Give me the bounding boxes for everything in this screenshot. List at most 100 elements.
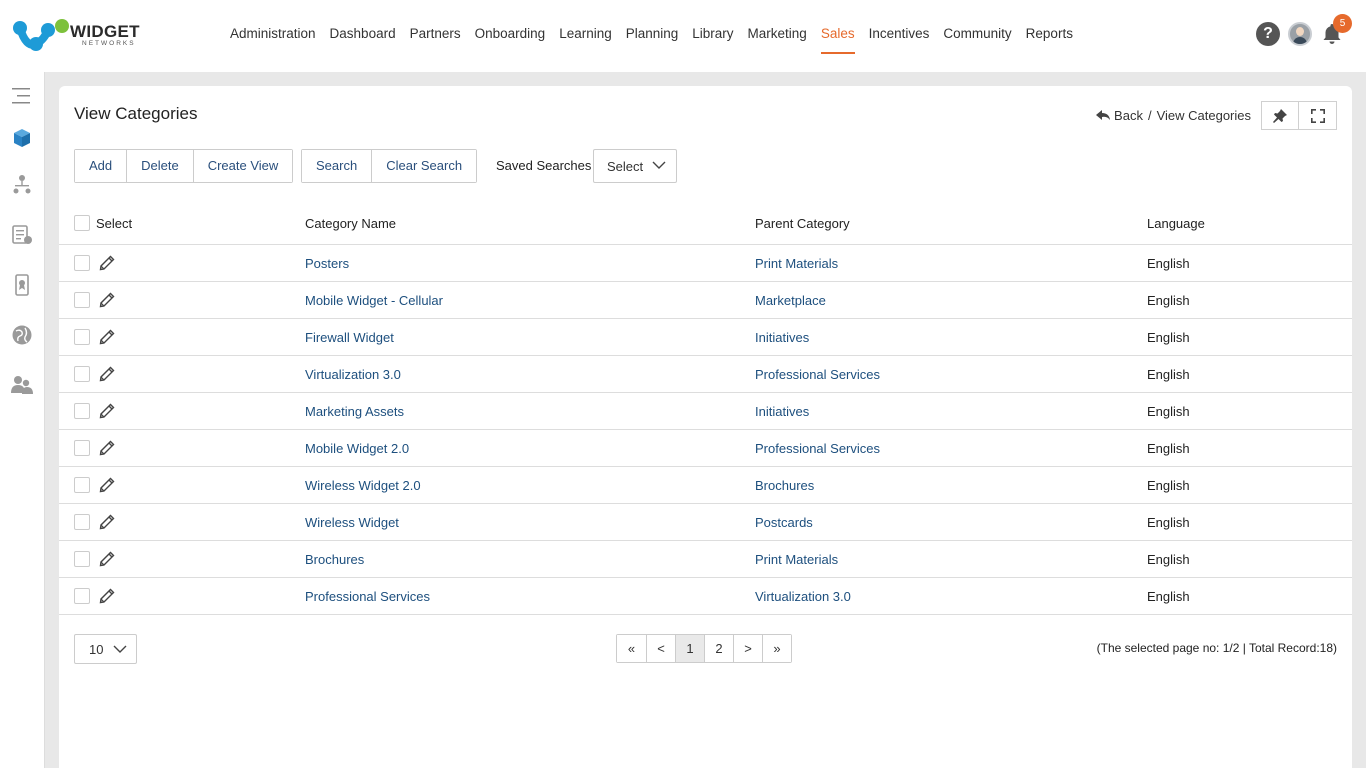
pager-last[interactable]: »: [762, 635, 791, 662]
pin-button[interactable]: [1261, 101, 1299, 130]
breadcrumb: Back / View Categories: [1096, 108, 1251, 123]
row-checkbox[interactable]: [74, 551, 90, 567]
language: English: [1147, 478, 1190, 493]
header-language[interactable]: Language: [1147, 216, 1205, 231]
back-arrow-icon: [1096, 110, 1111, 120]
category-name[interactable]: Mobile Widget 2.0: [305, 441, 409, 456]
edit-pencil-icon[interactable]: [99, 255, 115, 271]
add-button[interactable]: Add: [75, 150, 127, 182]
pagination: « < 1 2 > »: [616, 634, 792, 663]
nav-partners[interactable]: Partners: [403, 24, 468, 54]
select-all-checkbox[interactable]: [74, 215, 90, 231]
header-parent-category[interactable]: Parent Category: [755, 216, 850, 231]
category-name[interactable]: Posters: [305, 256, 349, 271]
sidebar-item-community[interactable]: [10, 323, 34, 347]
edit-pencil-icon[interactable]: [99, 329, 115, 345]
row-checkbox[interactable]: [74, 514, 90, 530]
parent-category[interactable]: Print Materials: [755, 256, 838, 271]
row-checkbox[interactable]: [74, 403, 90, 419]
nav-onboarding[interactable]: Onboarding: [468, 24, 553, 54]
sidebar-item-products[interactable]: [10, 126, 34, 150]
nav-administration[interactable]: Administration: [223, 24, 323, 54]
edit-pencil-icon[interactable]: [99, 440, 115, 456]
edit-pencil-icon[interactable]: [99, 514, 115, 530]
parent-category[interactable]: Initiatives: [755, 404, 809, 419]
sidebar-item-users[interactable]: [10, 373, 34, 397]
category-name[interactable]: Mobile Widget - Cellular: [305, 293, 443, 308]
language: English: [1147, 256, 1190, 271]
nav-dashboard[interactable]: Dashboard: [323, 24, 403, 54]
nav-planning[interactable]: Planning: [619, 24, 686, 54]
chevron-down-icon: [113, 645, 127, 653]
back-link[interactable]: Back: [1096, 108, 1143, 123]
row-checkbox[interactable]: [74, 366, 90, 382]
avatar[interactable]: [1288, 22, 1312, 46]
sidebar-item-documents[interactable]: [10, 223, 34, 247]
parent-category[interactable]: Professional Services: [755, 367, 880, 382]
parent-category[interactable]: Initiatives: [755, 330, 809, 345]
row-checkbox[interactable]: [74, 440, 90, 456]
parent-category[interactable]: Marketplace: [755, 293, 826, 308]
parent-category[interactable]: Professional Services: [755, 441, 880, 456]
pager-page-2[interactable]: 2: [704, 635, 733, 662]
edit-pencil-icon[interactable]: [99, 403, 115, 419]
nav-sales[interactable]: Sales: [814, 24, 862, 54]
category-name[interactable]: Wireless Widget 2.0: [305, 478, 421, 493]
nav-library[interactable]: Library: [685, 24, 740, 54]
nav-community[interactable]: Community: [936, 24, 1018, 54]
parent-category[interactable]: Brochures: [755, 478, 814, 493]
edit-pencil-icon[interactable]: [99, 366, 115, 382]
brand-name: WIDGET: [70, 22, 140, 41]
help-icon[interactable]: ?: [1256, 22, 1280, 46]
row-checkbox[interactable]: [74, 477, 90, 493]
hamburger-icon: [12, 88, 30, 104]
row-checkbox[interactable]: [74, 329, 90, 345]
award-icon: [15, 274, 29, 296]
table-row: Firewall Widget Initiatives English: [59, 319, 1352, 356]
sidebar-item-hierarchy[interactable]: [10, 173, 34, 197]
fullscreen-button[interactable]: [1299, 101, 1337, 130]
pager-first[interactable]: «: [617, 635, 646, 662]
pager-page-1[interactable]: 1: [675, 635, 704, 662]
page-size-select[interactable]: 10: [74, 634, 137, 664]
main-nav: Administration Dashboard Partners Onboar…: [223, 24, 1080, 54]
delete-button[interactable]: Delete: [126, 150, 193, 182]
cube-icon: [14, 129, 30, 147]
nav-reports[interactable]: Reports: [1019, 24, 1080, 54]
table-row: Professional Services Virtualization 3.0 E…: [59, 578, 1352, 615]
search-button[interactable]: Search: [302, 150, 372, 182]
row-checkbox[interactable]: [74, 292, 90, 308]
brand-logo[interactable]: WIDGET NETWORKS: [12, 18, 142, 54]
table-row: Mobile Widget 2.0 Professional Services En…: [59, 430, 1352, 467]
create-view-button[interactable]: Create View: [192, 150, 293, 182]
category-name[interactable]: Wireless Widget: [305, 515, 399, 530]
parent-category[interactable]: Print Materials: [755, 552, 838, 567]
table-row: Posters Print Materials English: [59, 245, 1352, 282]
edit-pencil-icon[interactable]: [99, 551, 115, 567]
pager-prev[interactable]: <: [646, 635, 675, 662]
menu-toggle[interactable]: [10, 84, 34, 108]
parent-category[interactable]: Postcards: [755, 515, 813, 530]
parent-category[interactable]: Virtualization 3.0: [755, 589, 851, 604]
breadcrumb-separator: /: [1147, 108, 1152, 123]
edit-pencil-icon[interactable]: [99, 588, 115, 604]
category-name[interactable]: Professional Services: [305, 589, 430, 604]
pager-next[interactable]: >: [733, 635, 762, 662]
edit-pencil-icon[interactable]: [99, 292, 115, 308]
nav-incentives[interactable]: Incentives: [862, 24, 937, 54]
category-name[interactable]: Firewall Widget: [305, 330, 394, 345]
row-checkbox[interactable]: [74, 588, 90, 604]
sidebar-item-incentives[interactable]: [10, 273, 34, 297]
category-name[interactable]: Marketing Assets: [305, 404, 404, 419]
header-category-name[interactable]: Category Name: [305, 216, 396, 231]
nav-learning[interactable]: Learning: [552, 24, 619, 54]
clear-search-button[interactable]: Clear Search: [371, 150, 477, 182]
nav-marketing[interactable]: Marketing: [741, 24, 814, 54]
edit-pencil-icon[interactable]: [99, 477, 115, 493]
notifications-bell[interactable]: 5: [1320, 14, 1352, 46]
category-name[interactable]: Virtualization 3.0: [305, 367, 401, 382]
row-checkbox[interactable]: [74, 255, 90, 271]
language: English: [1147, 441, 1190, 456]
saved-searches-select[interactable]: Select: [593, 149, 677, 183]
category-name[interactable]: Brochures: [305, 552, 364, 567]
